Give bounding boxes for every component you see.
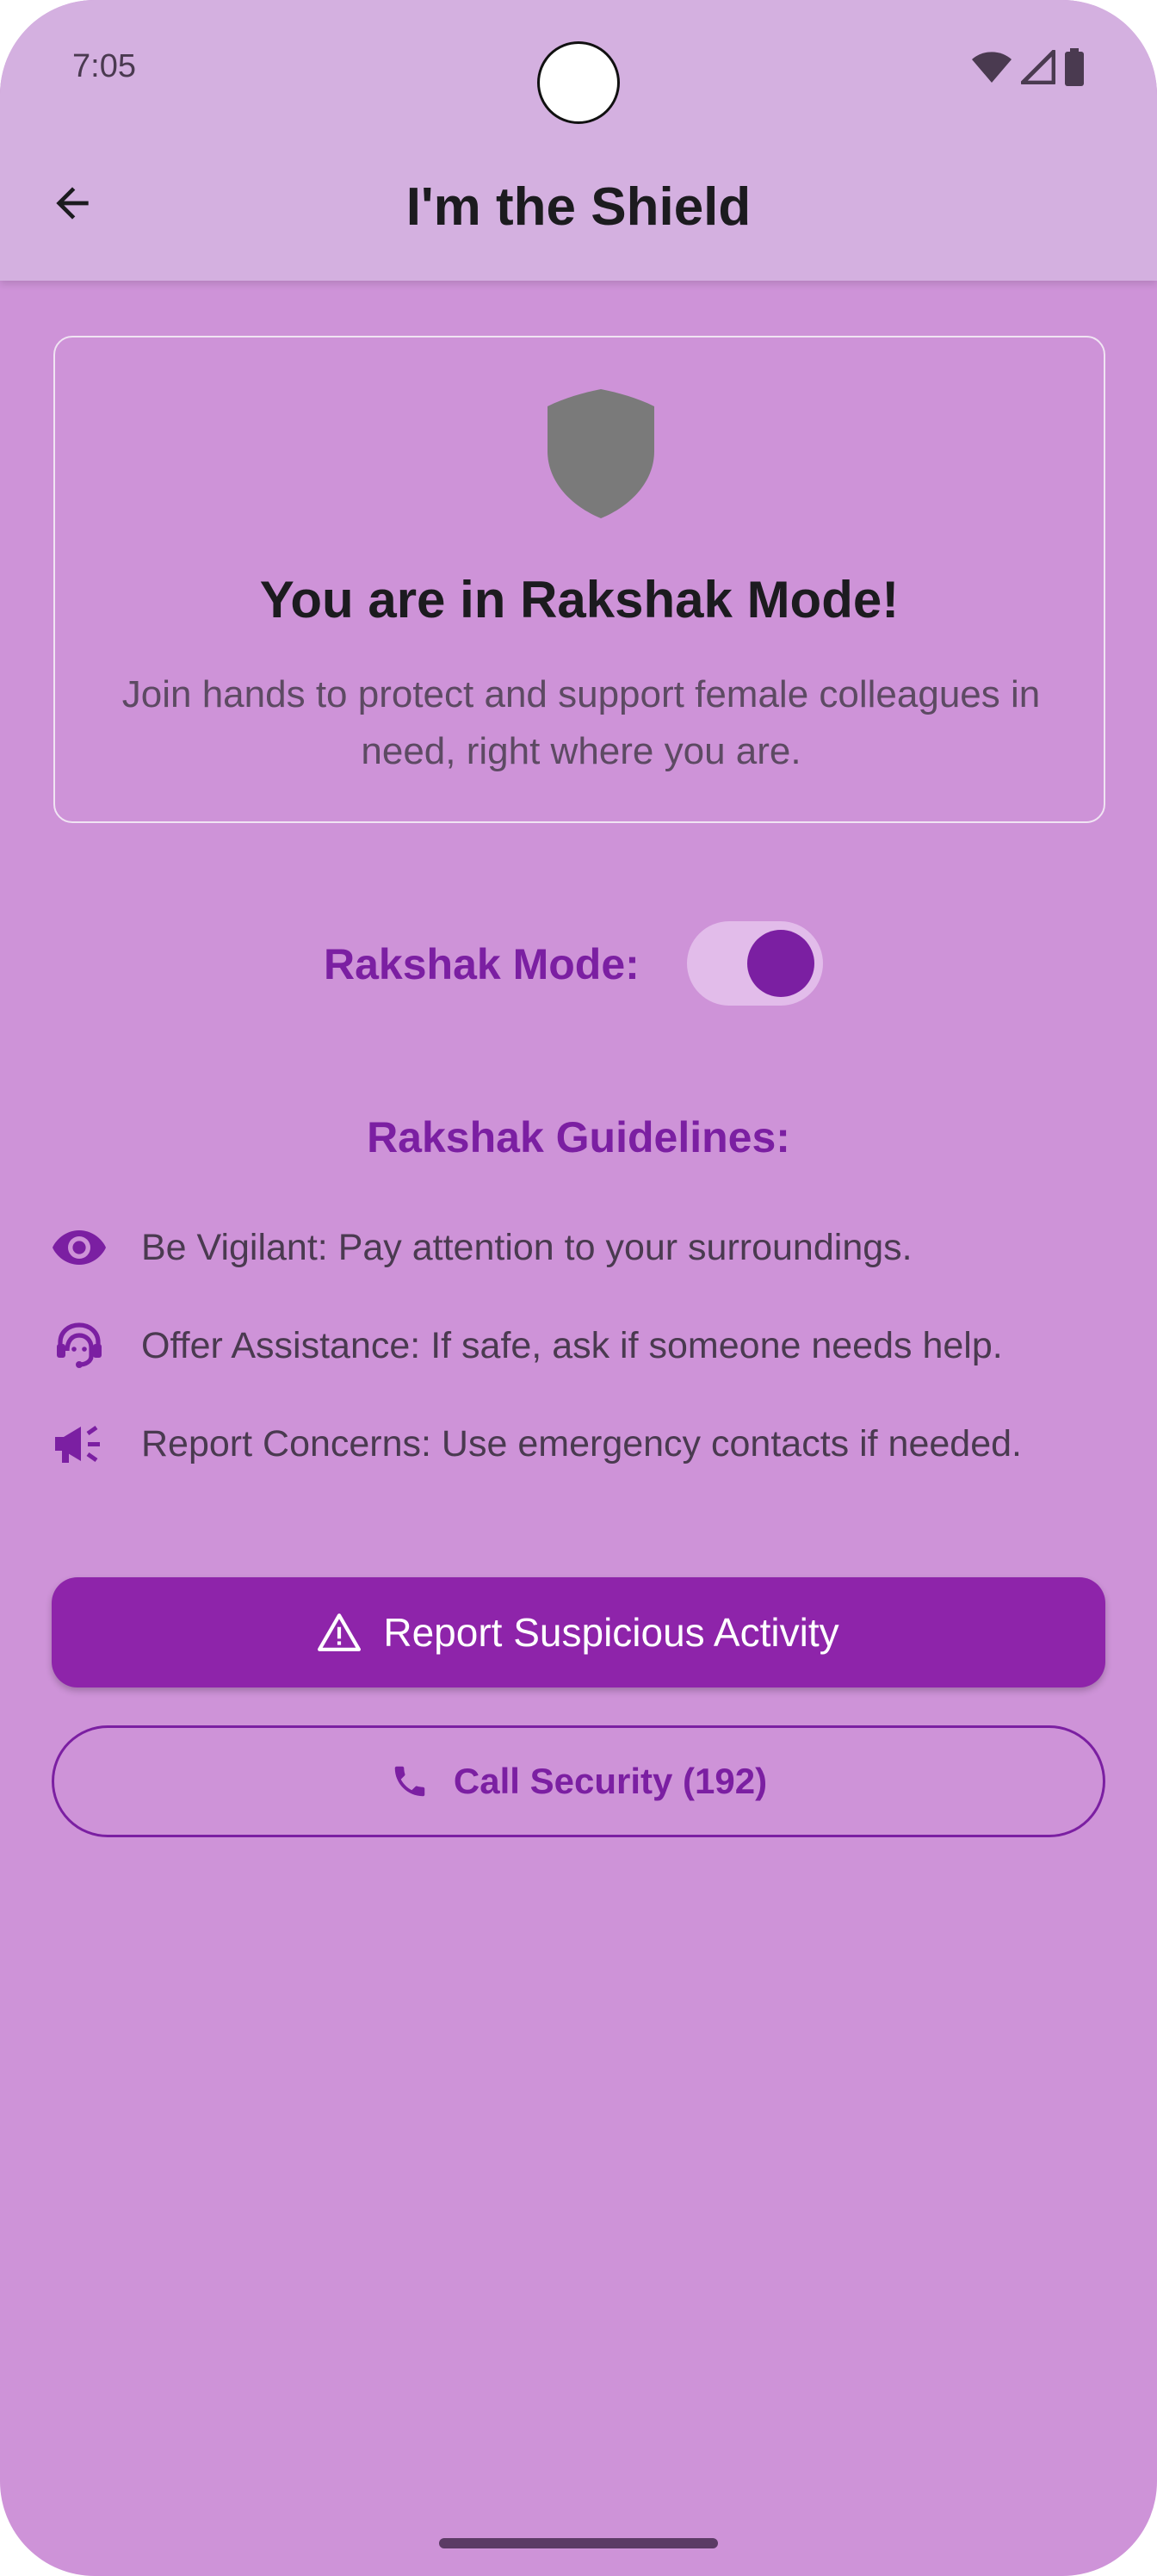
guideline-item-report: Report Concerns: Use emergency contacts … — [52, 1414, 1119, 1474]
rakshak-info-card: You are in Rakshak Mode! Join hands to p… — [53, 336, 1105, 823]
guidelines-title: Rakshak Guidelines: — [367, 1113, 790, 1161]
rakshak-mode-label: Rakshak Mode: — [324, 940, 640, 988]
report-suspicious-activity-button[interactable]: Report Suspicious Activity — [52, 1577, 1105, 1687]
phone-icon — [394, 1766, 425, 1797]
call-button-label: Call Security (192) — [453, 1761, 768, 1801]
status-icons — [971, 46, 1085, 88]
support-agent-icon — [52, 1318, 107, 1373]
card-title: You are in Rakshak Mode! — [259, 571, 900, 629]
shield-icon — [548, 389, 654, 518]
guideline-text: Report Concerns: Use emergency contacts … — [141, 1422, 1022, 1464]
rakshak-mode-switch[interactable] — [687, 921, 823, 1006]
call-security-button[interactable]: Call Security (192) — [52, 1725, 1105, 1837]
guideline-item-vigilant: Be Vigilant: Pay attention to your surro… — [52, 1217, 1119, 1278]
guideline-text: Be Vigilant: Pay attention to your surro… — [141, 1226, 913, 1268]
guideline-item-assistance: Offer Assistance: If safe, ask if someon… — [52, 1316, 1119, 1376]
page-title: I'm the Shield — [405, 177, 752, 237]
cellular-signal-icon — [1021, 50, 1055, 84]
report-button-label: Report Suspicious Activity — [383, 1610, 839, 1655]
guideline-text: Offer Assistance: If safe, ask if someon… — [141, 1324, 1003, 1366]
battery-icon — [1065, 48, 1084, 86]
device-screen: 7:05 I'm the Shield You are in Rakshak M… — [0, 0, 1157, 2576]
status-time: 7:05 — [72, 48, 136, 84]
camera-cutout — [537, 41, 620, 124]
switch-thumb — [747, 930, 814, 997]
home-indicator[interactable] — [439, 2538, 718, 2548]
warning-triangle-icon — [318, 1613, 362, 1651]
eye-icon — [52, 1220, 107, 1275]
campaign-megaphone-icon — [52, 1416, 107, 1471]
top-app-bar: 7:05 I'm the Shield — [0, 0, 1157, 281]
wifi-icon — [972, 52, 1012, 83]
card-description: Join hands to protect and support female… — [121, 673, 1041, 772]
